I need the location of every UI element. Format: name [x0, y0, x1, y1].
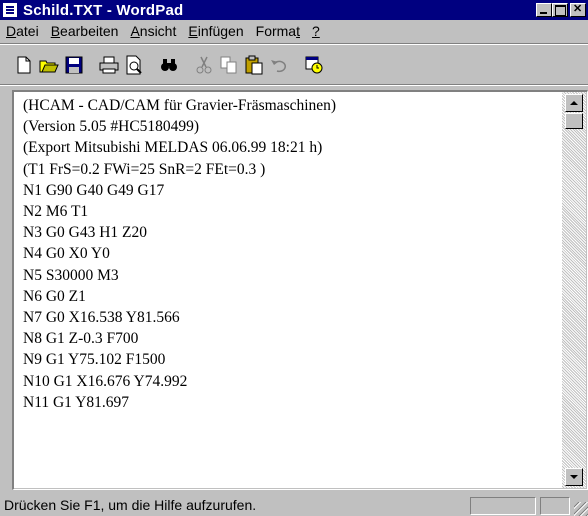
system-menu-icon[interactable] — [3, 3, 17, 17]
minimize-button[interactable] — [536, 3, 552, 17]
menu-ansicht[interactable]: Ansicht — [124, 23, 182, 39]
document-line: N7 G0 X16.538 Y81.566 — [23, 309, 180, 327]
document-line: N11 G1 Y81.697 — [23, 393, 130, 411]
document-line: (Export Mitsubishi MELDAS 06.06.99 18:21… — [23, 139, 323, 157]
print-icon — [99, 56, 119, 74]
document-line: (T1 FrS=0.2 FWi=25 SnR=2 FEt=0.3 ) — [23, 160, 266, 178]
window-controls — [536, 2, 586, 17]
document-line: N8 G1 Z-0.3 F700 — [23, 330, 139, 348]
document-line: N10 G1 X16.676 Y74.992 — [23, 372, 188, 390]
menu-bar: Datei Bearbeiten Ansicht Einfügen Format… — [0, 21, 326, 41]
insert-date-time-button[interactable] — [302, 53, 326, 77]
scroll-down-button[interactable] — [565, 468, 583, 486]
toolbar-bottom-border — [0, 84, 588, 86]
toolbar — [12, 50, 327, 80]
undo-button[interactable] — [267, 53, 291, 77]
menu-format[interactable]: Format — [250, 23, 306, 39]
document-line: (Version 5.05 #HC5180499) — [23, 118, 200, 136]
scroll-thumb[interactable] — [565, 113, 583, 129]
menu-einfuegen[interactable]: Einfügen — [182, 23, 249, 39]
cut-icon — [196, 56, 212, 74]
save-button[interactable] — [62, 53, 86, 77]
print-preview-icon — [126, 55, 142, 75]
new-button[interactable] — [12, 53, 36, 77]
toolbar-separator — [0, 43, 588, 45]
status-panel-1 — [470, 497, 536, 515]
copy-icon — [220, 56, 237, 74]
document-line: N1 G90 G40 G49 G17 — [23, 181, 165, 199]
paste-icon — [245, 55, 263, 75]
undo-icon — [271, 60, 287, 73]
maximize-button[interactable] — [552, 3, 568, 17]
document-area[interactable]: (HCAM - CAD/CAM für Gravier-Fräsmaschine… — [14, 92, 562, 488]
status-panel-2 — [540, 497, 570, 515]
scroll-up-button[interactable] — [565, 94, 583, 112]
document-line: N4 G0 X0 Y0 — [23, 245, 110, 263]
print-button[interactable] — [97, 53, 121, 77]
document-line: N2 M6 T1 — [23, 203, 89, 221]
date-time-icon — [305, 56, 323, 74]
vertical-scrollbar[interactable] — [562, 92, 586, 488]
resize-grip-icon[interactable] — [574, 502, 588, 516]
save-icon — [65, 56, 83, 74]
print-preview-button[interactable] — [122, 53, 146, 77]
document-line: N9 G1 Y75.102 F1500 — [23, 351, 166, 369]
find-icon — [161, 59, 177, 71]
menu-help[interactable]: ? — [306, 23, 326, 39]
window-title: Schild.TXT - WordPad — [23, 1, 184, 19]
wordpad-window: Schild.TXT - WordPad Datei Bearbeiten An… — [0, 0, 588, 516]
cut-button[interactable] — [192, 53, 216, 77]
arrow-down-icon — [570, 475, 578, 479]
status-bar: Drücken Sie F1, um die Hilfe aufzurufen. — [0, 494, 588, 516]
paste-button[interactable] — [242, 53, 266, 77]
find-button[interactable] — [157, 53, 181, 77]
document-line: N3 G0 G43 H1 Z20 — [23, 224, 147, 242]
document-line: (HCAM - CAD/CAM für Gravier-Fräsmaschine… — [23, 97, 337, 114]
document-text: (HCAM - CAD/CAM für Gravier-Fräsmaschine… — [14, 92, 562, 413]
status-text: Drücken Sie F1, um die Hilfe aufzurufen. — [4, 497, 257, 513]
menu-datei[interactable]: Datei — [0, 23, 45, 39]
open-icon — [39, 60, 59, 73]
menu-bearbeiten[interactable]: Bearbeiten — [45, 23, 125, 39]
document-line: N6 G0 Z1 — [23, 287, 86, 305]
arrow-up-icon — [570, 101, 578, 105]
close-button[interactable] — [570, 2, 586, 17]
open-button[interactable] — [37, 53, 61, 77]
document-line: N5 S30000 M3 — [23, 266, 119, 284]
title-bar[interactable]: Schild.TXT - WordPad — [0, 0, 588, 20]
new-icon — [17, 56, 31, 74]
copy-button[interactable] — [217, 53, 241, 77]
